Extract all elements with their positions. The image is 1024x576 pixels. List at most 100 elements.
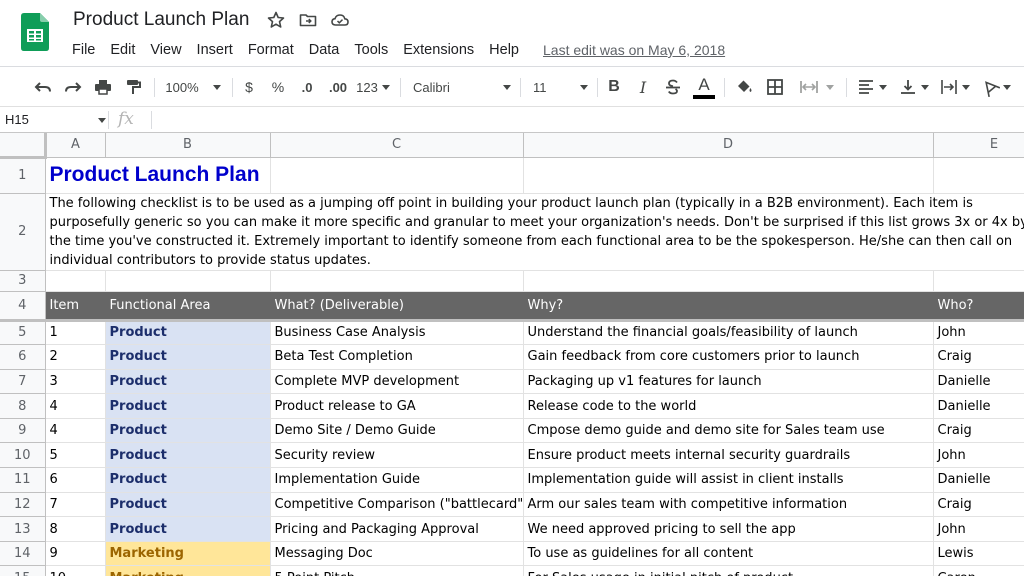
header-deliverable[interactable]: What? (Deliverable)	[270, 291, 524, 322]
row-header[interactable]: 2	[0, 193, 46, 271]
borders-button[interactable]	[764, 67, 786, 107]
text-color-button[interactable]: A	[692, 67, 716, 107]
menu-help[interactable]: Help	[489, 42, 519, 58]
who-cell[interactable]: Caren	[933, 565, 1024, 576]
description-cell[interactable]: The following checklist is to be used as…	[45, 193, 1024, 271]
why-cell[interactable]: We need approved pricing to sell the app	[523, 516, 934, 542]
item-cell[interactable]: 6	[45, 467, 106, 493]
menu-insert[interactable]: Insert	[197, 42, 233, 58]
sheets-logo-icon[interactable]	[21, 13, 49, 51]
item-cell[interactable]: 9	[45, 541, 106, 567]
why-cell[interactable]: Implementation guide will assist in clie…	[523, 467, 934, 493]
item-cell[interactable]: 2	[45, 344, 106, 370]
functional-area-cell[interactable]: Product	[105, 467, 271, 493]
name-box[interactable]: H15	[5, 112, 29, 127]
who-cell[interactable]: Craig	[933, 492, 1024, 518]
why-cell[interactable]: Gain feedback from core customers prior …	[523, 344, 934, 370]
move-to-folder-icon[interactable]	[298, 10, 318, 30]
font-family-select[interactable]: Calibri	[413, 67, 511, 107]
who-cell[interactable]: Danielle	[933, 369, 1024, 395]
row-header[interactable]: 10	[0, 442, 46, 469]
text-wrap-button[interactable]	[936, 67, 972, 107]
item-cell[interactable]: 10	[45, 565, 106, 576]
column-header-e[interactable]: E	[933, 133, 1024, 158]
deliverable-cell[interactable]: Demo Site / Demo Guide	[270, 418, 524, 444]
column-header-d[interactable]: D	[523, 133, 934, 158]
italic-button[interactable]: I	[633, 67, 653, 107]
text-rotate-button[interactable]	[977, 67, 1013, 107]
row-header[interactable]: 13	[0, 516, 46, 542]
document-title[interactable]: Product Launch Plan	[73, 9, 249, 31]
who-cell[interactable]: Lewis	[933, 541, 1024, 567]
last-edit-link[interactable]: Last edit was on May 6, 2018	[543, 42, 725, 58]
cell[interactable]	[523, 270, 934, 292]
menu-edit[interactable]: Edit	[110, 42, 135, 58]
row-header[interactable]: 6	[0, 344, 46, 370]
who-cell[interactable]: Craig	[933, 344, 1024, 370]
fill-color-button[interactable]	[733, 67, 755, 107]
deliverable-cell[interactable]: Business Case Analysis	[270, 320, 524, 346]
deliverable-cell[interactable]: Pricing and Packaging Approval	[270, 516, 524, 542]
item-cell[interactable]: 8	[45, 516, 106, 542]
deliverable-cell[interactable]: Implementation Guide	[270, 467, 524, 493]
item-cell[interactable]: 4	[45, 418, 106, 444]
deliverable-cell[interactable]: Product release to GA	[270, 393, 524, 419]
row-header[interactable]: 12	[0, 492, 46, 518]
why-cell[interactable]: Ensure product meets internal security g…	[523, 442, 934, 469]
item-cell[interactable]: 5	[45, 442, 106, 469]
who-cell[interactable]: Danielle	[933, 393, 1024, 419]
menu-format[interactable]: Format	[248, 42, 294, 58]
header-item[interactable]: Item	[45, 291, 106, 322]
item-cell[interactable]: 3	[45, 369, 106, 395]
who-cell[interactable]: John	[933, 320, 1024, 346]
why-cell[interactable]: Release code to the world	[523, 393, 934, 419]
who-cell[interactable]: Craig	[933, 418, 1024, 444]
deliverable-cell[interactable]: Security review	[270, 442, 524, 469]
zoom-select[interactable]: 100%	[160, 67, 226, 107]
percent-format-button[interactable]: %	[269, 67, 287, 107]
menu-data[interactable]: Data	[309, 42, 340, 58]
header-why[interactable]: Why?	[523, 291, 934, 322]
merge-cells-button[interactable]	[794, 67, 838, 107]
number-format-select[interactable]: 123	[355, 67, 391, 107]
header-functional-area[interactable]: Functional Area	[105, 291, 271, 322]
column-header-c[interactable]: C	[270, 133, 524, 158]
font-size-select[interactable]: 11	[533, 67, 588, 107]
bold-button[interactable]: B	[604, 67, 624, 107]
functional-area-cell[interactable]: Product	[105, 418, 271, 444]
functional-area-cell[interactable]: Product	[105, 369, 271, 395]
formula-input[interactable]	[158, 112, 1018, 128]
functional-area-cell[interactable]: Product	[105, 516, 271, 542]
menu-extensions[interactable]: Extensions	[403, 42, 474, 58]
deliverable-cell[interactable]: Competitive Comparison ("battlecard")	[270, 492, 524, 518]
cell[interactable]	[270, 157, 524, 194]
row-header[interactable]: 8	[0, 393, 46, 419]
deliverable-cell[interactable]: 5 Point Pitch	[270, 565, 524, 576]
sheet-title-cell[interactable]: Product Launch Plan	[45, 157, 271, 194]
why-cell[interactable]: Cmpose demo guide and demo site for Sale…	[523, 418, 934, 444]
who-cell[interactable]: Danielle	[933, 467, 1024, 493]
row-header[interactable]: 4	[0, 291, 46, 322]
row-header[interactable]: 14	[0, 541, 46, 567]
item-cell[interactable]: 7	[45, 492, 106, 518]
menu-tools[interactable]: Tools	[354, 42, 388, 58]
cell[interactable]	[45, 270, 106, 292]
increase-decimal-button[interactable]: .00	[325, 67, 351, 107]
horizontal-align-button[interactable]	[853, 67, 889, 107]
who-cell[interactable]: John	[933, 442, 1024, 469]
why-cell[interactable]: Packaging up v1 features for launch	[523, 369, 934, 395]
functional-area-cell[interactable]: Product	[105, 344, 271, 370]
undo-button[interactable]	[32, 67, 54, 107]
cell[interactable]	[270, 270, 524, 292]
functional-area-cell[interactable]: Product	[105, 393, 271, 419]
row-header[interactable]: 7	[0, 369, 46, 395]
who-cell[interactable]: John	[933, 516, 1024, 542]
paint-format-button[interactable]	[122, 67, 144, 107]
star-icon[interactable]	[266, 10, 286, 30]
menu-file[interactable]: File	[72, 42, 95, 58]
row-header[interactable]: 9	[0, 418, 46, 444]
redo-button[interactable]	[62, 67, 84, 107]
vertical-align-button[interactable]	[895, 67, 931, 107]
cell[interactable]	[523, 157, 934, 194]
strikethrough-button[interactable]	[662, 67, 684, 107]
